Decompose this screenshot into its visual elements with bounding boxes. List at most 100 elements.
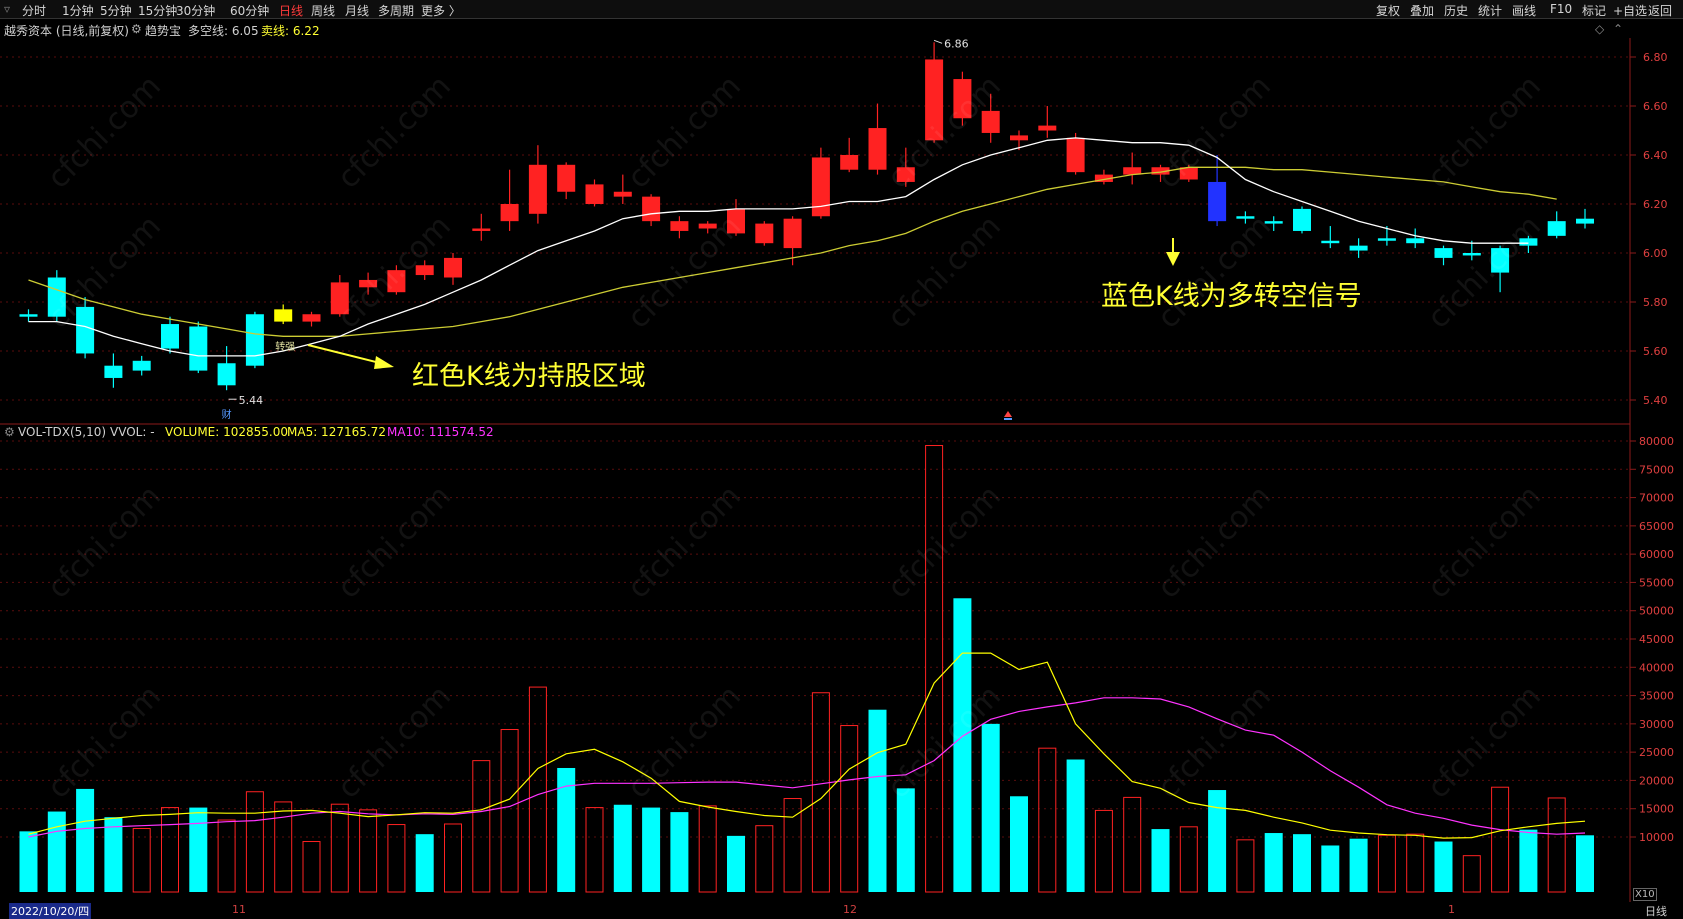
volume-bar[interactable] (1434, 841, 1453, 892)
candle-body[interactable] (1547, 221, 1566, 236)
candle-body[interactable] (755, 223, 774, 244)
volume-bar[interactable] (840, 725, 859, 893)
candle-body[interactable] (1010, 135, 1028, 141)
candle-body[interactable] (528, 164, 547, 214)
candle-body[interactable] (1406, 238, 1425, 244)
volume-bar[interactable] (1519, 829, 1538, 892)
watermark-logo: cfchi.com (621, 679, 748, 806)
volume-bar[interactable] (1010, 796, 1028, 892)
volume-bar[interactable] (698, 805, 717, 893)
volume-bar[interactable] (925, 445, 944, 893)
volume-bar[interactable] (1321, 845, 1340, 892)
candle-body[interactable] (1321, 240, 1340, 244)
candle-body[interactable] (1576, 218, 1594, 224)
volume-bar[interactable] (1066, 759, 1085, 892)
volume-bar[interactable] (1236, 839, 1255, 893)
candle-body[interactable] (19, 314, 38, 317)
volume-bar[interactable] (359, 809, 378, 893)
vvol-value: VVOL: - (110, 425, 155, 439)
volume-bar[interactable] (1151, 829, 1170, 892)
candle-body[interactable] (472, 228, 491, 231)
volume-bar[interactable] (1038, 747, 1057, 893)
volume-bar[interactable] (613, 804, 632, 892)
candle-body[interactable] (557, 164, 576, 192)
candle-body[interactable] (444, 257, 462, 278)
candle-body[interactable] (1038, 125, 1057, 131)
volume-bar[interactable] (415, 834, 434, 892)
candle-body[interactable] (1377, 238, 1396, 241)
candle-body[interactable] (1208, 181, 1227, 222)
candle-body[interactable] (161, 324, 179, 349)
volume-bar[interactable] (1123, 796, 1142, 893)
price-tick-label: 6.20 (1643, 198, 1668, 211)
volume-bar[interactable] (47, 811, 66, 892)
candle-body[interactable] (783, 218, 802, 249)
volume-bar[interactable] (1462, 855, 1481, 893)
watermark-logo: cfchi.com (41, 209, 168, 336)
candle-body[interactable] (302, 314, 321, 322)
volume-bar[interactable] (274, 801, 293, 893)
candle-body[interactable] (104, 365, 123, 378)
candle-body[interactable] (274, 309, 293, 322)
candle-body[interactable] (613, 191, 632, 197)
volume-bar[interactable] (585, 807, 604, 893)
volume-bar[interactable] (330, 803, 349, 893)
volume-bar[interactable] (76, 788, 95, 892)
volume-bar[interactable] (1349, 838, 1368, 892)
candle-body[interactable] (585, 184, 604, 204)
volume-bar[interactable] (727, 835, 745, 892)
volume-bar[interactable] (444, 823, 462, 893)
volume-bar[interactable] (217, 819, 236, 893)
candle-body[interactable] (245, 314, 264, 366)
volume-bar[interactable] (868, 709, 887, 892)
volume-bar[interactable] (528, 686, 547, 893)
volume-bar[interactable] (302, 841, 321, 893)
gear-icon[interactable]: ⚙ (4, 425, 15, 439)
candle-body[interactable] (1293, 208, 1311, 231)
volume-indicator-name[interactable]: VOL-TDX(5,10) (18, 425, 106, 439)
volume-bar[interactable] (19, 831, 38, 892)
volume-bar[interactable] (1377, 834, 1396, 893)
kline-chart[interactable]: 6.80 6.60 6.40 6.20 6.00 5.80 5.60 5.40 80000 750… (0, 0, 1683, 917)
candle-body[interactable] (642, 196, 661, 222)
volume-bar[interactable] (387, 824, 406, 893)
volume-bar[interactable] (1576, 835, 1594, 892)
candle-body[interactable] (1349, 245, 1368, 251)
volume-bar[interactable] (1264, 833, 1283, 892)
volume-bar[interactable] (245, 791, 264, 893)
price-tick-label: 6.40 (1643, 149, 1668, 162)
candle-body[interactable] (670, 221, 689, 231)
price-tick-label: 6.60 (1643, 100, 1668, 113)
volume-bar[interactable] (981, 723, 1000, 892)
volume-bar[interactable] (1406, 833, 1425, 893)
volume-bar[interactable] (189, 807, 208, 892)
event-marker-icon[interactable] (1004, 411, 1012, 417)
price-tick-label: 5.60 (1643, 345, 1668, 358)
zoom-badge[interactable]: X10 (1633, 888, 1657, 901)
volume-tick-label: 40000 (1639, 661, 1674, 674)
volume-bar[interactable] (132, 828, 151, 893)
volume-bar[interactable] (500, 729, 519, 893)
candle-body[interactable] (868, 128, 887, 170)
price-tick-label: 5.40 (1643, 394, 1668, 407)
volume-bar[interactable] (670, 812, 689, 892)
candle-body[interactable] (1434, 248, 1453, 258)
volume-bar[interactable] (161, 807, 179, 893)
volume-bar[interactable] (1094, 809, 1113, 893)
volume-bar[interactable] (1547, 797, 1566, 893)
volume-bar[interactable] (1491, 786, 1510, 893)
candle-body[interactable] (217, 363, 236, 386)
volume-bar[interactable] (104, 817, 123, 892)
candle-body[interactable] (500, 204, 519, 222)
volume-tick-label: 10000 (1639, 831, 1674, 844)
volume-bar[interactable] (642, 807, 661, 892)
volume-bar[interactable] (755, 825, 774, 893)
candle-body[interactable] (840, 155, 859, 170)
watermark-logo: cfchi.com (881, 479, 1008, 606)
volume-bar[interactable] (1293, 834, 1311, 892)
finance-marker[interactable]: 财 (222, 408, 232, 421)
candle-body[interactable] (189, 326, 208, 371)
candle-body[interactable] (1066, 137, 1085, 173)
candle-body[interactable] (132, 360, 151, 371)
volume-bar[interactable] (1208, 790, 1227, 892)
